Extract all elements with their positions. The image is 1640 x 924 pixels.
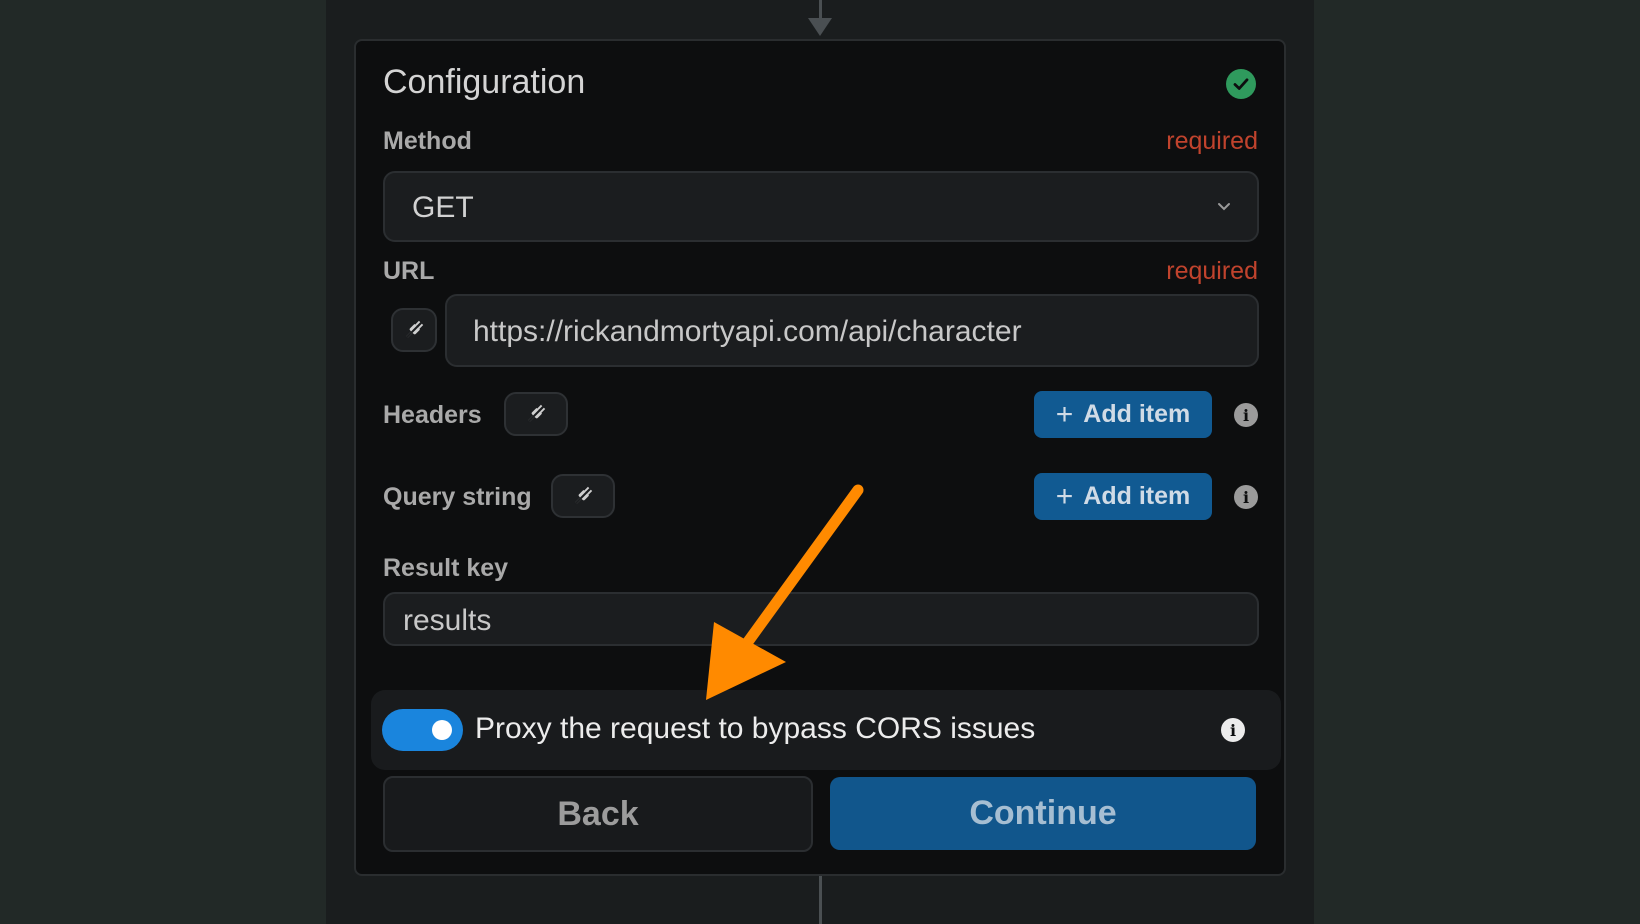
annotation-arrow [706,484,864,700]
